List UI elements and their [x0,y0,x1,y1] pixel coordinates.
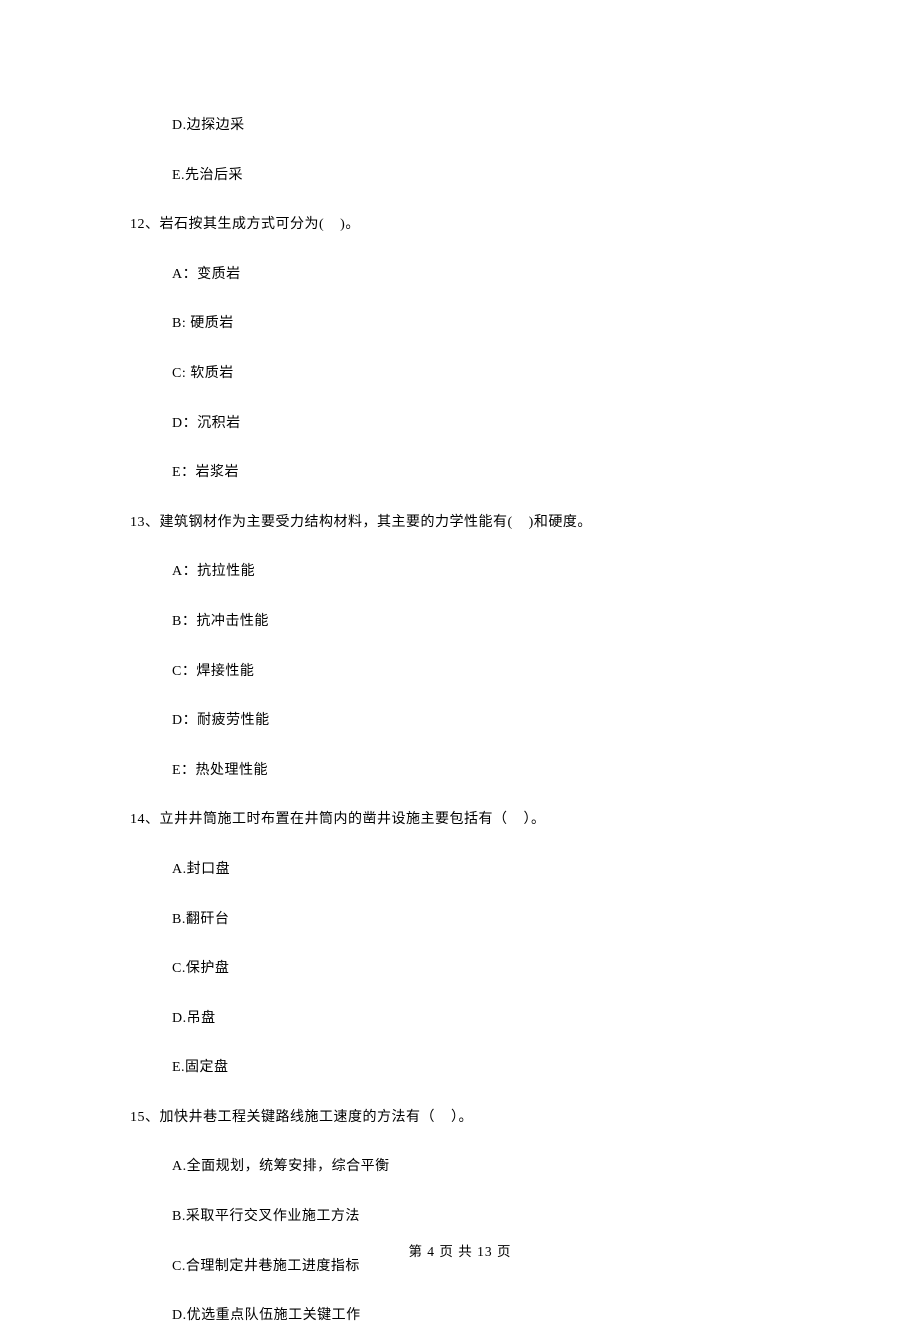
q11-option-d: D.边探边采 [130,116,790,136]
q13-option-d: D：耐疲劳性能 [130,711,790,731]
q13-stem: 13、建筑钢材作为主要受力结构材料，其主要的力学性能有( )和硬度。 [130,513,790,533]
q12-option-e: E：岩浆岩 [130,463,790,483]
q15-option-b: B.采取平行交叉作业施工方法 [130,1207,790,1227]
q12-option-a: A：变质岩 [130,265,790,285]
page-footer: 第 4 页 共 13 页 [0,1240,920,1260]
q15-option-d: D.优选重点队伍施工关键工作 [130,1306,790,1326]
q14-option-c: C.保护盘 [130,959,790,979]
q12-stem: 12、岩石按其生成方式可分为( )。 [130,215,790,235]
q13-option-a: A：抗拉性能 [130,562,790,582]
q12-option-c: C: 软质岩 [130,364,790,384]
q14-stem: 14、立井井筒施工时布置在井筒内的凿井设施主要包括有（ ）。 [130,810,790,830]
q13-option-b: B：抗冲击性能 [130,612,790,632]
page-container: D.边探边采 E.先治后采 12、岩石按其生成方式可分为( )。 A：变质岩 B… [0,0,920,1302]
q14-option-a: A.封口盘 [130,860,790,880]
q13-option-e: E：热处理性能 [130,761,790,781]
q14-option-b: B.翻矸台 [130,910,790,930]
q15-stem: 15、加快井巷工程关键路线施工速度的方法有（ ）。 [130,1108,790,1128]
q14-option-d: D.吊盘 [130,1009,790,1029]
q14-option-e: E.固定盘 [130,1058,790,1078]
q13-option-c: C：焊接性能 [130,662,790,682]
q15-option-a: A.全面规划，统筹安排，综合平衡 [130,1157,790,1177]
q11-option-e: E.先治后采 [130,166,790,186]
q12-option-b: B: 硬质岩 [130,314,790,334]
q12-option-d: D：沉积岩 [130,414,790,434]
